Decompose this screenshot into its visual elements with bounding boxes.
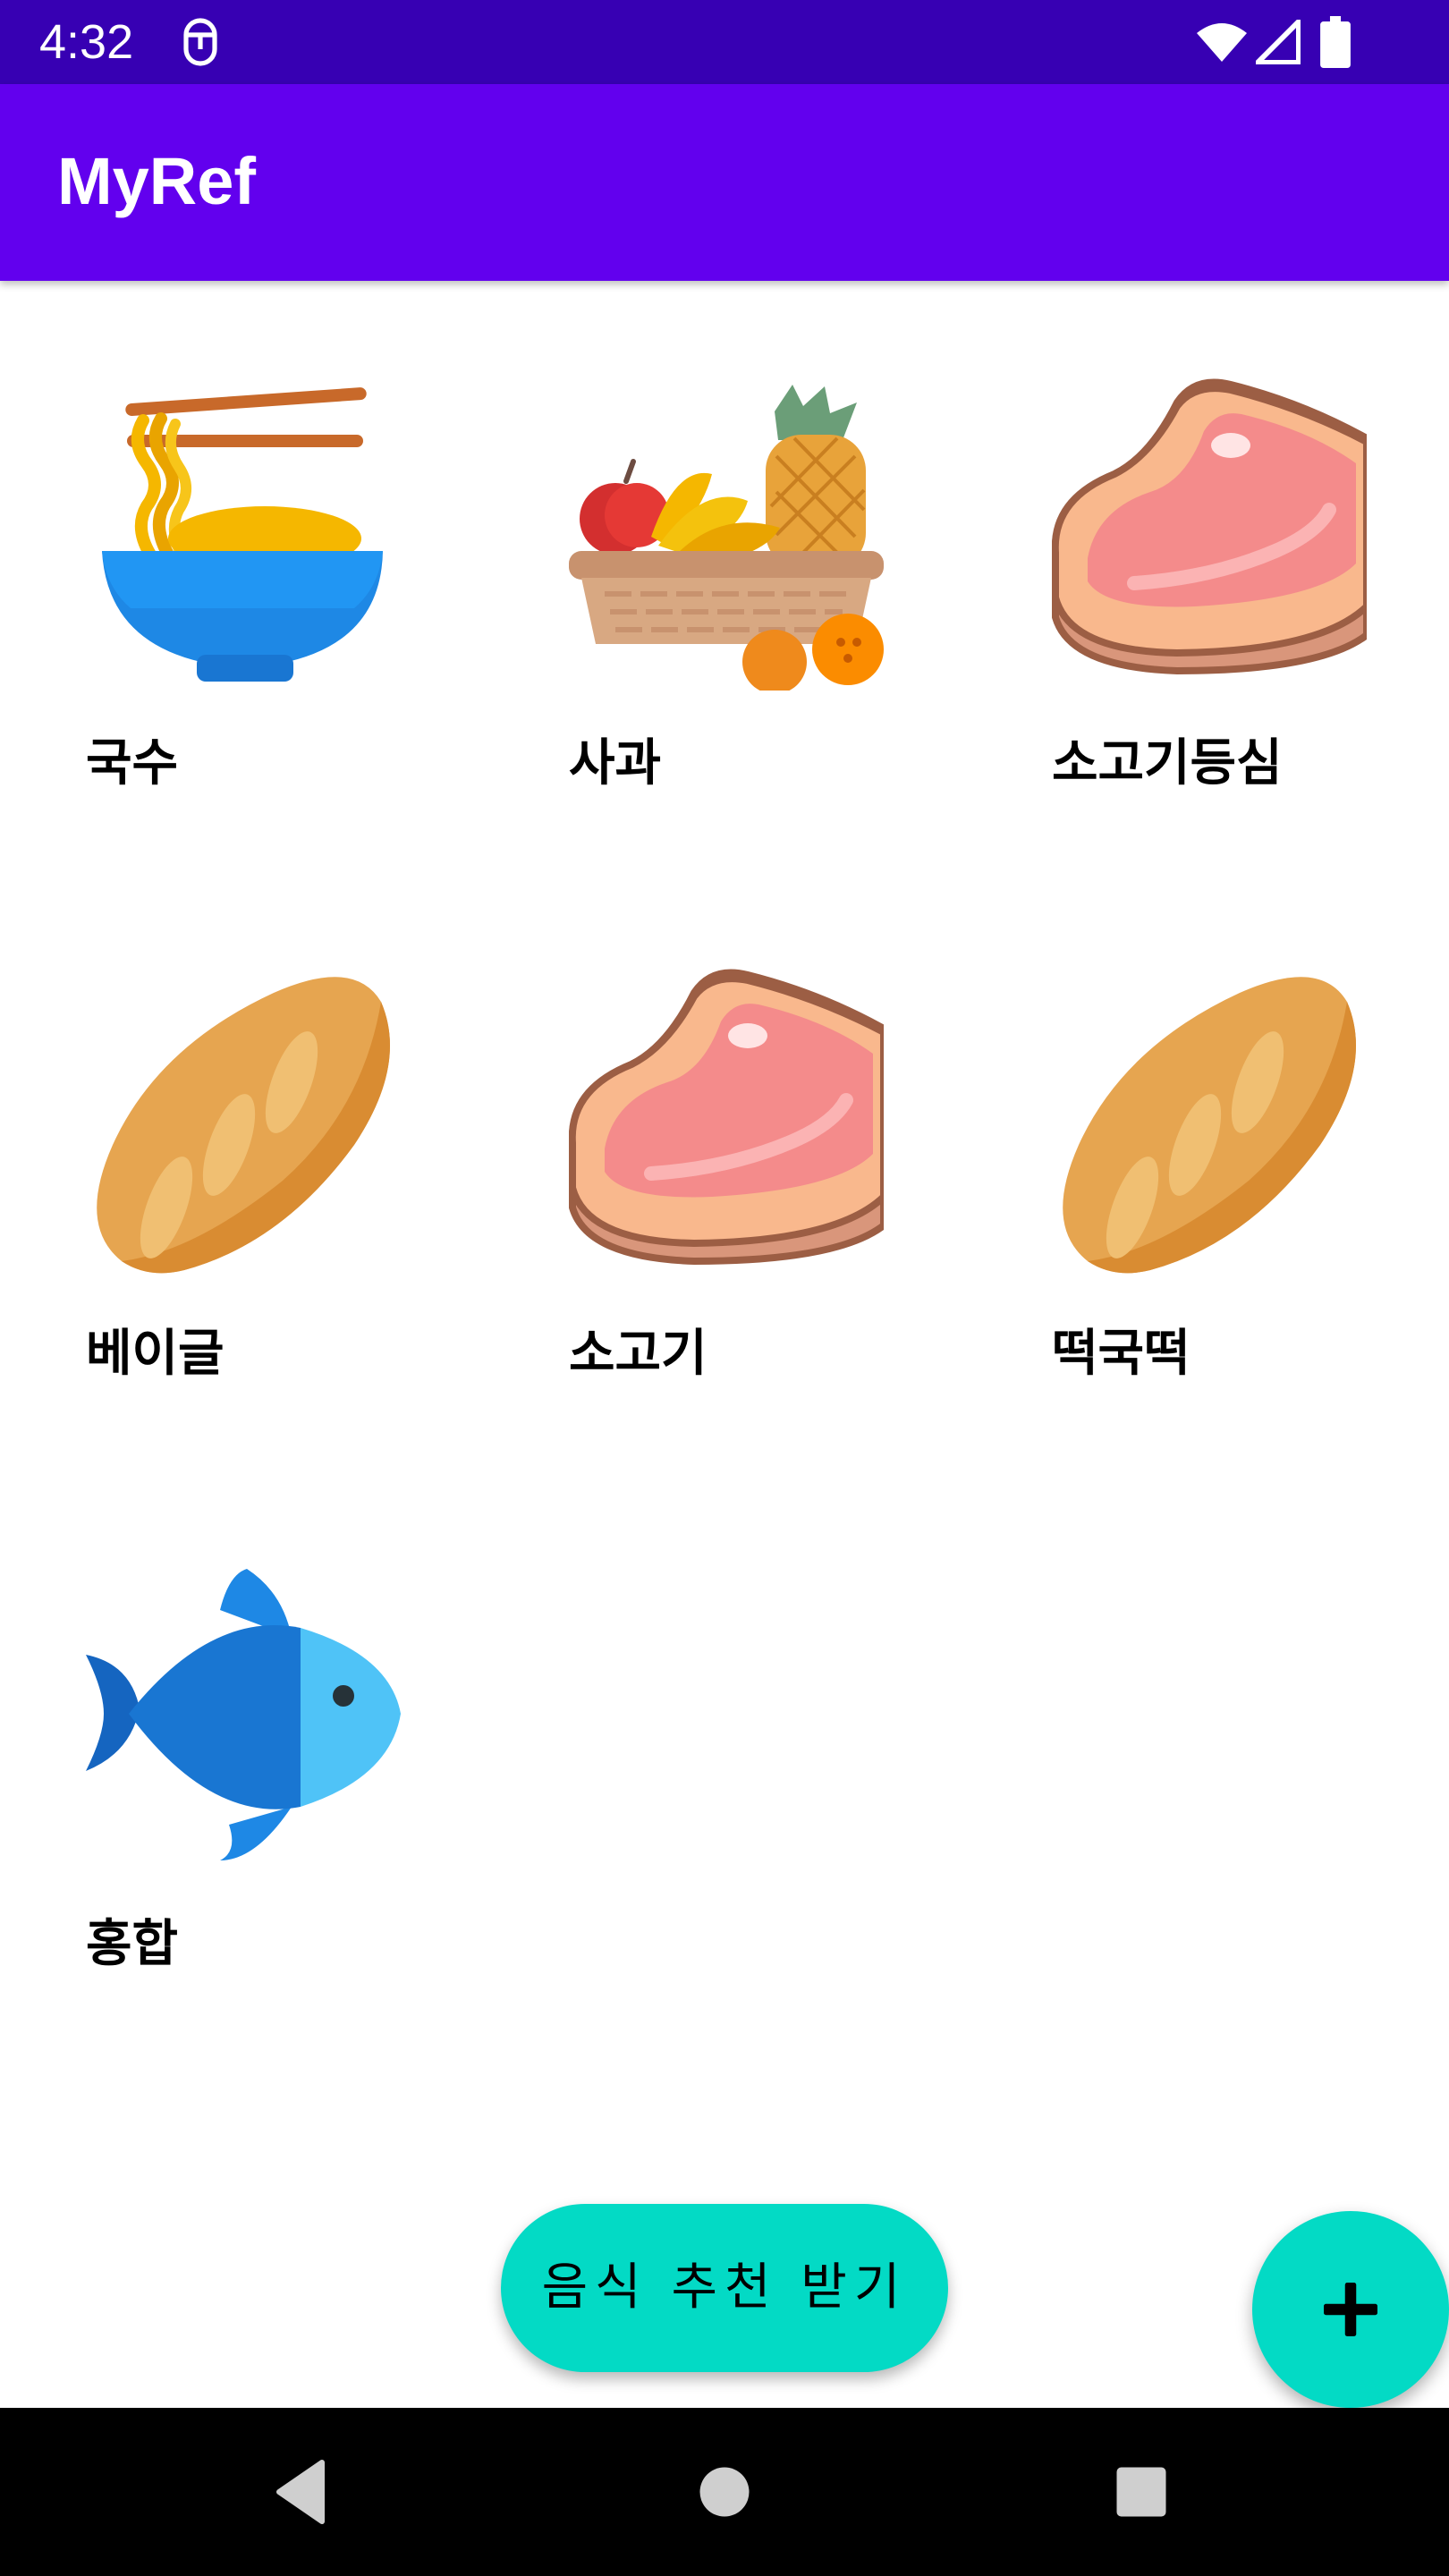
steak-icon: [1052, 378, 1367, 675]
food-label: 국수: [86, 734, 179, 792]
noodle-bowl-icon: [102, 387, 383, 682]
food-item-apple[interactable]: 사과: [569, 376, 945, 912]
food-label: 떡국떡: [1052, 1325, 1191, 1383]
app-title: MyRef: [57, 144, 257, 218]
steak-icon: [569, 969, 884, 1266]
plus-icon: [1324, 2283, 1377, 2336]
bread-icon: [1063, 977, 1356, 1274]
notification-icon: [183, 18, 217, 66]
navigation-bar: [0, 2408, 1449, 2576]
food-label: 소고기: [569, 1325, 708, 1383]
status-bar: 4:32: [0, 0, 1449, 84]
food-label: 베이글: [86, 1325, 225, 1383]
recents-icon[interactable]: [1114, 2465, 1168, 2519]
fruit-basket-icon: [569, 385, 884, 691]
home-icon[interactable]: [698, 2465, 751, 2519]
recommend-food-button[interactable]: 음식 추천 받기: [501, 2204, 948, 2372]
back-icon[interactable]: [274, 2458, 327, 2526]
add-food-fab[interactable]: [1252, 2211, 1449, 2408]
food-item-noodles[interactable]: 국수: [86, 376, 462, 912]
food-label: 소고기등심: [1052, 734, 1283, 792]
fish-icon: [86, 1569, 401, 1860]
food-label: 홍합: [86, 1915, 179, 1973]
bread-icon: [97, 977, 390, 1274]
food-item-sirloin[interactable]: 소고기등심: [1052, 376, 1428, 912]
food-item-mussel[interactable]: 홍합: [86, 1556, 462, 2093]
battery-icon: [1320, 16, 1351, 68]
app-bar: MyRef: [0, 84, 1449, 281]
food-label: 사과: [569, 734, 662, 792]
status-time: 4:32: [39, 15, 134, 69]
food-item-bagel[interactable]: 베이글: [86, 966, 462, 1503]
food-item-rice-cake[interactable]: 떡국떡: [1052, 966, 1428, 1503]
food-item-beef[interactable]: 소고기: [569, 966, 945, 1503]
app-screen: 4:32 MyRef 국수 사과 소고기등심 베이글 소고기 떡국떡 홍합 음식…: [0, 0, 1449, 2576]
signal-icon: [1256, 20, 1301, 64]
recommend-food-label: 음식 추천 받기: [541, 2258, 908, 2317]
wifi-icon: [1197, 23, 1247, 62]
